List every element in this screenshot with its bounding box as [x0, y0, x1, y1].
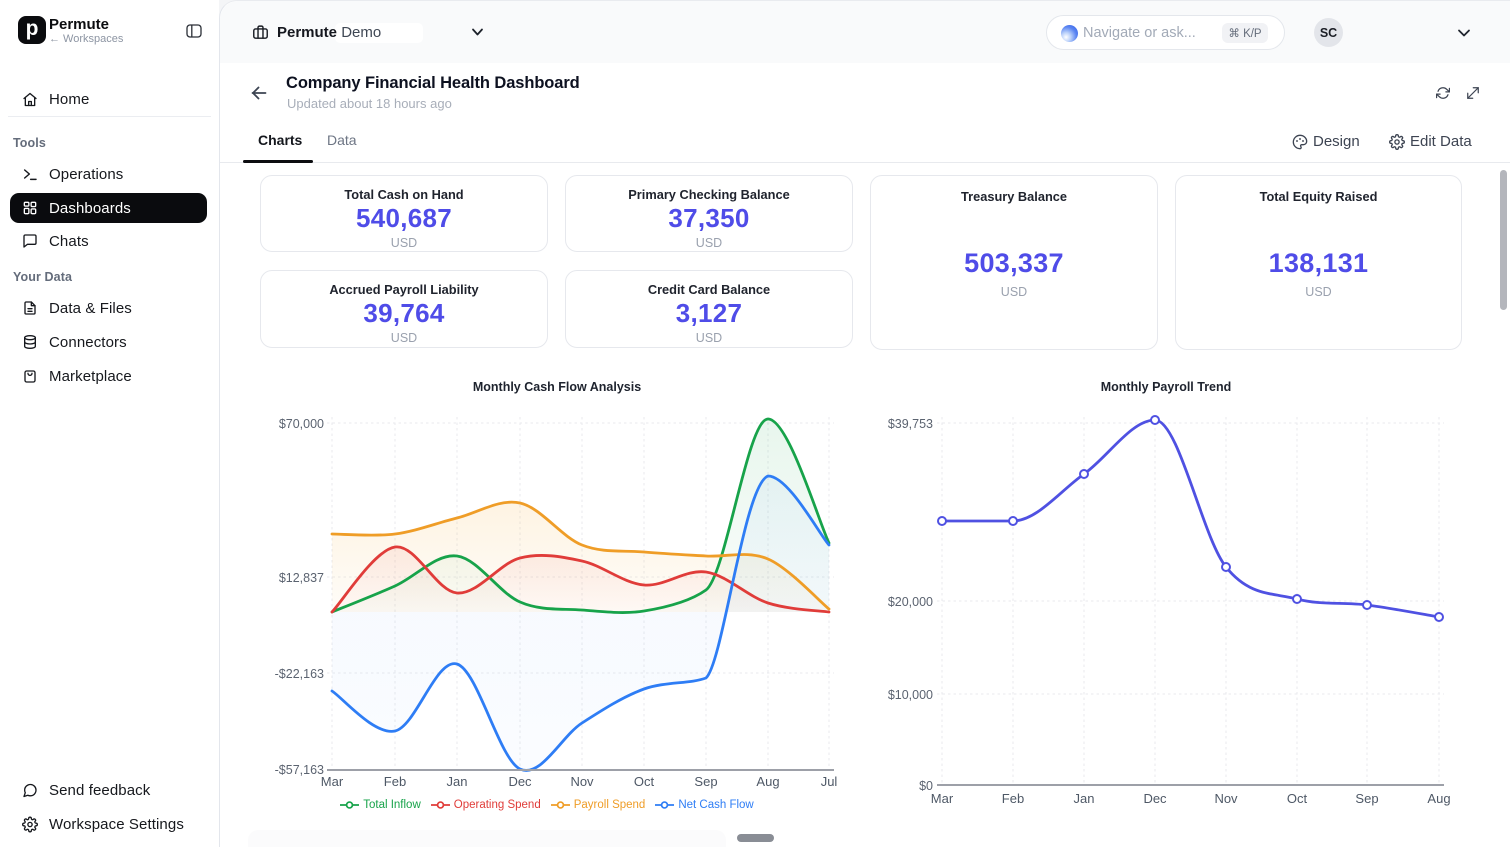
svg-text:Jan: Jan	[1074, 791, 1095, 806]
svg-text:Jan: Jan	[447, 774, 468, 789]
svg-text:Aug: Aug	[756, 774, 779, 789]
svg-text:Monthly Cash Flow Analysis: Monthly Cash Flow Analysis	[473, 380, 641, 394]
svg-text:Aug: Aug	[1427, 791, 1450, 806]
svg-text:$12,837: $12,837	[279, 571, 324, 585]
svg-text:$70,000: $70,000	[279, 417, 324, 431]
svg-text:Nov: Nov	[1214, 791, 1238, 806]
svg-text:Sep: Sep	[1355, 791, 1378, 806]
svg-text:-$57,163: -$57,163	[275, 763, 324, 777]
svg-text:Mar: Mar	[931, 791, 954, 806]
svg-text:Mar: Mar	[321, 774, 344, 789]
svg-text:$10,000: $10,000	[888, 688, 933, 702]
svg-text:$39,753: $39,753	[888, 417, 933, 431]
svg-text:$20,000: $20,000	[888, 595, 933, 609]
svg-text:Sep: Sep	[694, 774, 717, 789]
svg-text:Dec: Dec	[508, 774, 532, 789]
svg-text:Oct: Oct	[634, 774, 655, 789]
svg-text:Nov: Nov	[570, 774, 594, 789]
svg-text:Jul: Jul	[821, 774, 838, 789]
svg-text:Feb: Feb	[384, 774, 406, 789]
svg-text:Oct: Oct	[1287, 791, 1308, 806]
svg-text:-$22,163: -$22,163	[275, 667, 324, 681]
svg-text:Dec: Dec	[1143, 791, 1167, 806]
svg-text:Feb: Feb	[1002, 791, 1024, 806]
svg-text:Monthly Payroll Trend: Monthly Payroll Trend	[1101, 380, 1232, 394]
